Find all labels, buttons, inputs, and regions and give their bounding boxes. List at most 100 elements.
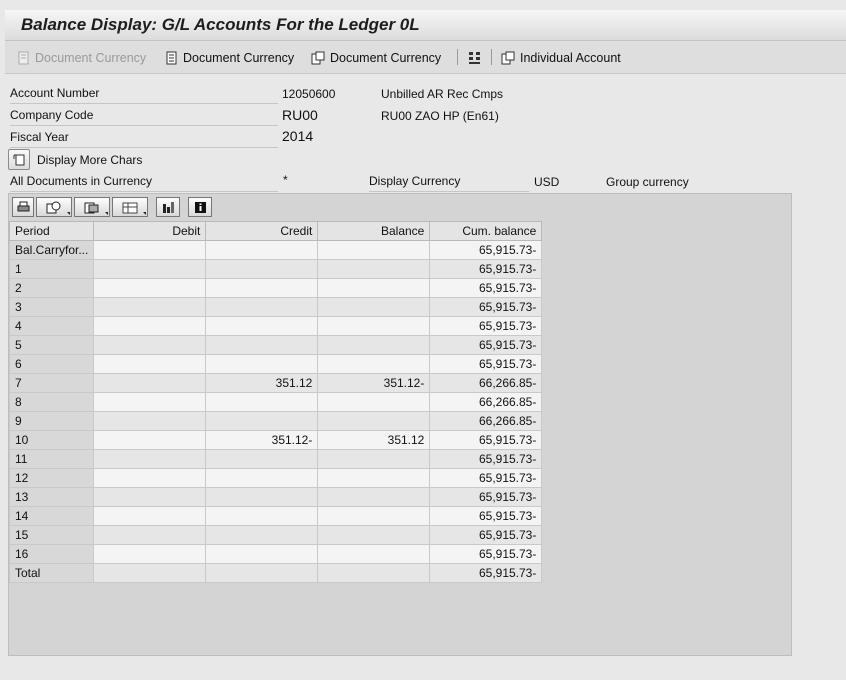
debit-cell[interactable] bbox=[93, 544, 207, 564]
cum-balance-cell[interactable]: 65,915.73- bbox=[429, 354, 543, 374]
table-row[interactable]: Total 65,915.73- bbox=[8, 563, 543, 583]
table-row[interactable]: Bal.Carryfor... 65,915.73- bbox=[8, 240, 543, 260]
balance-cell[interactable] bbox=[317, 544, 431, 564]
debit-cell[interactable] bbox=[93, 411, 207, 431]
cum-balance-cell[interactable]: 65,915.73- bbox=[429, 468, 543, 488]
debit-cell[interactable] bbox=[93, 373, 207, 393]
cum-balance-cell[interactable]: 66,266.85- bbox=[429, 392, 543, 412]
credit-cell[interactable] bbox=[205, 316, 319, 336]
period-cell[interactable]: 5 bbox=[8, 335, 95, 355]
period-cell[interactable]: 4 bbox=[8, 316, 95, 336]
debit-cell[interactable] bbox=[93, 449, 207, 469]
table-row[interactable]: 12 65,915.73- bbox=[8, 468, 543, 488]
balance-cell[interactable] bbox=[317, 240, 431, 260]
display-more-chars-button[interactable] bbox=[8, 149, 30, 170]
period-cell[interactable]: 16 bbox=[8, 544, 95, 564]
balance-cell[interactable] bbox=[317, 449, 431, 469]
credit-cell[interactable] bbox=[205, 259, 319, 279]
table-row[interactable]: 6 65,915.73- bbox=[8, 354, 543, 374]
credit-cell[interactable] bbox=[205, 335, 319, 355]
period-cell[interactable]: 11 bbox=[8, 449, 95, 469]
credit-cell[interactable] bbox=[205, 297, 319, 317]
balance-cell[interactable] bbox=[317, 525, 431, 545]
credit-cell[interactable] bbox=[205, 411, 319, 431]
table-row[interactable]: 14 65,915.73- bbox=[8, 506, 543, 526]
cum-balance-cell[interactable]: 65,915.73- bbox=[429, 563, 543, 583]
column-header-period[interactable]: Period bbox=[8, 221, 95, 241]
document-currency-button-disabled[interactable]: Document Currency bbox=[17, 49, 146, 67]
period-cell[interactable]: 10 bbox=[8, 430, 95, 450]
table-row[interactable]: 5 65,915.73- bbox=[8, 335, 543, 355]
period-cell[interactable]: 3 bbox=[8, 297, 95, 317]
print-button[interactable] bbox=[12, 197, 34, 217]
column-header-cum-balance[interactable]: Cum. balance bbox=[429, 221, 543, 241]
hierarchy-button[interactable] bbox=[467, 49, 486, 67]
individual-account-button[interactable]: Individual Account bbox=[501, 49, 621, 67]
balance-cell[interactable] bbox=[317, 411, 431, 431]
period-cell[interactable]: 8 bbox=[8, 392, 95, 412]
table-row[interactable]: 7 351.12 351.12- 66,266.85- bbox=[8, 373, 543, 393]
balance-cell[interactable] bbox=[317, 259, 431, 279]
balance-cell[interactable] bbox=[317, 297, 431, 317]
cum-balance-cell[interactable]: 65,915.73- bbox=[429, 259, 543, 279]
export-button[interactable] bbox=[74, 197, 110, 217]
credit-cell[interactable] bbox=[205, 487, 319, 507]
balance-cell[interactable] bbox=[317, 335, 431, 355]
table-row[interactable]: 2 65,915.73- bbox=[8, 278, 543, 298]
period-cell[interactable]: 1 bbox=[8, 259, 95, 279]
debit-cell[interactable] bbox=[93, 278, 207, 298]
cum-balance-cell[interactable]: 65,915.73- bbox=[429, 449, 543, 469]
table-row[interactable]: 10 351.12- 351.12 65,915.73- bbox=[8, 430, 543, 450]
cum-balance-cell[interactable]: 65,915.73- bbox=[429, 278, 543, 298]
period-cell[interactable]: 13 bbox=[8, 487, 95, 507]
debit-cell[interactable] bbox=[93, 316, 207, 336]
layout-button[interactable] bbox=[112, 197, 148, 217]
balance-cell[interactable] bbox=[317, 487, 431, 507]
table-row[interactable]: 9 66,266.85- bbox=[8, 411, 543, 431]
cum-balance-cell[interactable]: 65,915.73- bbox=[429, 487, 543, 507]
cum-balance-cell[interactable]: 65,915.73- bbox=[429, 316, 543, 336]
credit-cell[interactable] bbox=[205, 278, 319, 298]
credit-cell[interactable] bbox=[205, 563, 319, 583]
document-currency-button-2[interactable]: Document Currency bbox=[311, 49, 441, 67]
info-button[interactable] bbox=[188, 197, 212, 217]
period-cell[interactable]: 6 bbox=[8, 354, 95, 374]
period-cell[interactable]: 15 bbox=[8, 525, 95, 545]
debit-cell[interactable] bbox=[93, 430, 207, 450]
credit-cell[interactable] bbox=[205, 506, 319, 526]
cum-balance-cell[interactable]: 65,915.73- bbox=[429, 240, 543, 260]
balance-cell[interactable] bbox=[317, 392, 431, 412]
table-row[interactable]: 16 65,915.73- bbox=[8, 544, 543, 564]
credit-cell[interactable] bbox=[205, 544, 319, 564]
debit-cell[interactable] bbox=[93, 259, 207, 279]
credit-cell[interactable] bbox=[205, 525, 319, 545]
credit-cell[interactable]: 351.12 bbox=[205, 373, 319, 393]
debit-cell[interactable] bbox=[93, 468, 207, 488]
credit-cell[interactable] bbox=[205, 392, 319, 412]
debit-cell[interactable] bbox=[93, 354, 207, 374]
balance-cell[interactable] bbox=[317, 563, 431, 583]
column-header-balance[interactable]: Balance bbox=[317, 221, 431, 241]
table-row[interactable]: 1 65,915.73- bbox=[8, 259, 543, 279]
document-currency-button[interactable]: Document Currency bbox=[165, 49, 294, 67]
credit-cell[interactable] bbox=[205, 449, 319, 469]
cum-balance-cell[interactable]: 66,266.85- bbox=[429, 411, 543, 431]
table-row[interactable]: 15 65,915.73- bbox=[8, 525, 543, 545]
details-button[interactable] bbox=[36, 197, 72, 217]
cum-balance-cell[interactable]: 65,915.73- bbox=[429, 430, 543, 450]
table-row[interactable]: 13 65,915.73- bbox=[8, 487, 543, 507]
period-cell[interactable]: 7 bbox=[8, 373, 95, 393]
debit-cell[interactable] bbox=[93, 487, 207, 507]
period-cell[interactable]: 2 bbox=[8, 278, 95, 298]
cum-balance-cell[interactable]: 65,915.73- bbox=[429, 506, 543, 526]
column-header-debit[interactable]: Debit bbox=[93, 221, 207, 241]
cum-balance-cell[interactable]: 65,915.73- bbox=[429, 297, 543, 317]
credit-cell[interactable] bbox=[205, 354, 319, 374]
table-row[interactable]: 4 65,915.73- bbox=[8, 316, 543, 336]
chart-button[interactable] bbox=[156, 197, 180, 217]
credit-cell[interactable] bbox=[205, 468, 319, 488]
column-header-credit[interactable]: Credit bbox=[205, 221, 319, 241]
balance-cell[interactable] bbox=[317, 506, 431, 526]
period-cell[interactable]: Bal.Carryfor... bbox=[8, 240, 95, 260]
debit-cell[interactable] bbox=[93, 297, 207, 317]
